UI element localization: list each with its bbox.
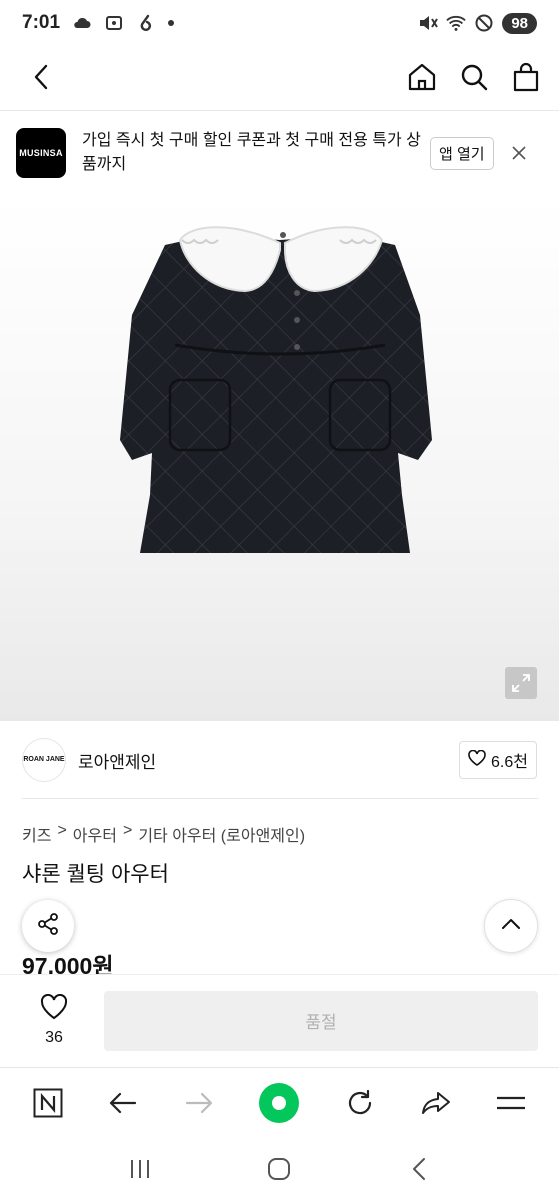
top-navigation [0,46,559,108]
brand-row[interactable]: ROAN JANE 로아앤제인 6.6천 [0,722,559,798]
do-not-disturb-icon [474,13,494,33]
mute-icon [418,13,439,33]
product-image[interactable] [0,195,559,721]
product-title: 샤론 퀄팅 아우터 [22,863,169,886]
menu-icon[interactable] [496,1088,526,1118]
back-icon[interactable] [26,62,56,92]
heart-icon [40,993,68,1025]
purchase-bar: 36 품절 [0,974,559,1066]
breadcrumb: 키즈 > 아우터 > 기타 아우터 (로아앤제인) [22,822,305,846]
wishlist-button[interactable]: 36 [22,993,86,1047]
search-icon[interactable] [459,62,489,92]
cloud-icon [72,13,92,33]
browser-back-icon[interactable] [108,1088,138,1118]
open-app-button[interactable]: 앱 열기 [430,136,494,170]
breadcrumb-item[interactable]: 기타 아우터 (로아앤제인) [138,822,305,846]
notification-6-icon [136,13,156,33]
brand-name[interactable]: 로아앤제인 [78,748,156,773]
quilted-coat-illustration [120,226,432,553]
wishlist-count: 36 [45,1029,63,1046]
screenshot-icon [104,13,124,33]
status-bar: 7:01 98 [0,0,559,46]
home-icon[interactable] [407,62,437,92]
share-arrow-icon[interactable] [421,1088,451,1118]
expand-icon[interactable] [505,667,537,699]
breadcrumb-item[interactable]: 아우터 [73,822,117,846]
brand-like-button[interactable]: 6.6천 [459,741,537,779]
recent-apps-icon[interactable] [125,1154,155,1184]
share-icon [36,912,60,941]
system-back-icon[interactable] [404,1154,434,1184]
home-button-icon[interactable] [264,1154,294,1184]
brand-like-count: 6.6천 [491,754,528,771]
chevron-up-icon [501,917,521,935]
musinsa-logo: MUSINSA [16,128,66,178]
wifi-icon [446,13,467,33]
sold-out-button[interactable]: 품절 [104,990,538,1051]
breadcrumb-item[interactable]: 키즈 [22,822,51,846]
status-time: 7:01 [22,12,61,33]
browser-forward-icon [184,1088,214,1118]
naver-home-icon[interactable] [259,1082,300,1123]
breadcrumb-separator: > [122,822,133,839]
brand-divider [22,798,538,799]
battery-indicator: 98 [502,12,537,34]
app-install-banner: MUSINSA 가입 즉시 첫 구매 할인 쿠폰과 첫 구매 전용 특가 상품까… [0,111,559,195]
share-button[interactable] [22,900,74,952]
shopping-bag-icon[interactable] [511,62,541,92]
system-navigation-bar [0,1137,559,1200]
refresh-icon[interactable] [345,1088,375,1118]
heart-icon [468,749,486,771]
breadcrumb-separator: > [57,822,67,839]
more-notifications-dot [168,20,175,26]
brand-logo: ROAN JANE [22,738,66,782]
scroll-to-top-button[interactable] [484,899,538,953]
banner-message: 가입 즉시 첫 구매 할인 쿠폰과 첫 구매 전용 특가 상품까지 [82,132,421,173]
naver-n-icon[interactable] [33,1088,63,1118]
close-icon[interactable] [510,144,528,162]
browser-toolbar [0,1067,559,1137]
